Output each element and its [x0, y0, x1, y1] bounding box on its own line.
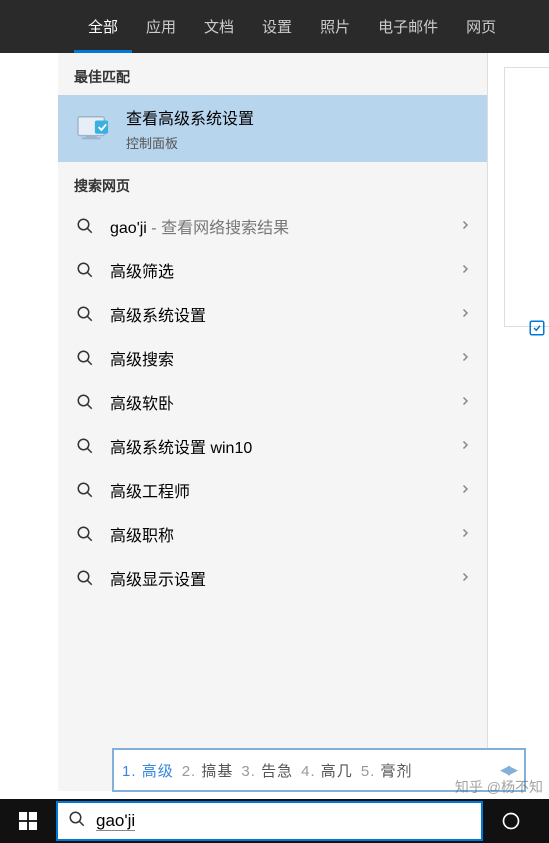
search-icon [74, 391, 96, 413]
web-result-text: 高级工程师 [110, 478, 445, 502]
ime-candidate[interactable]: 2. 搞基 [182, 760, 234, 781]
tab-4[interactable]: 照片 [306, 0, 364, 53]
best-match-subtitle: 控制面板 [126, 133, 471, 152]
web-result-text: 高级系统设置 win10 [110, 434, 445, 458]
ime-candidate[interactable]: 5. 膏剂 [361, 760, 413, 781]
taskbar-search-box[interactable]: gao'ji [56, 801, 483, 841]
web-result-item[interactable]: 高级系统设置 win10 [58, 424, 487, 468]
chevron-right-icon [459, 570, 471, 586]
web-result-item[interactable]: 高级显示设置 [58, 556, 487, 600]
tab-2[interactable]: 文档 [190, 0, 248, 53]
web-result-text: 高级软卧 [110, 390, 445, 414]
search-icon [74, 303, 96, 325]
web-result-text: 高级筛选 [110, 258, 445, 282]
taskbar: gao'ji [0, 799, 549, 843]
best-match-text-block: 查看高级系统设置 控制面板 [126, 105, 471, 152]
web-result-item[interactable]: gao'ji - 查看网络搜索结果 [58, 204, 487, 248]
search-icon [74, 347, 96, 369]
web-result-text: 高级搜索 [110, 346, 445, 370]
ime-candidate-bar[interactable]: 1. 高级 2. 搞基 3. 告急 4. 高几 5. 膏剂 ◀▶ [112, 748, 526, 792]
ime-candidate[interactable]: 3. 告急 [241, 760, 293, 781]
chevron-right-icon [459, 350, 471, 366]
chevron-right-icon [459, 262, 471, 278]
best-match-title: 查看高级系统设置 [126, 105, 471, 129]
web-result-text: 高级显示设置 [110, 566, 445, 590]
search-icon [74, 259, 96, 281]
chevron-right-icon [459, 482, 471, 498]
best-match-result[interactable]: 查看高级系统设置 控制面板 [58, 95, 487, 162]
preview-panel [504, 67, 549, 327]
system-settings-icon [74, 113, 112, 145]
search-query-text: gao'ji [96, 811, 135, 831]
ime-candidate[interactable]: 1. 高级 [122, 760, 174, 781]
chevron-right-icon [459, 306, 471, 322]
search-icon [68, 810, 86, 833]
search-icon [74, 523, 96, 545]
search-icon [74, 435, 96, 457]
web-result-text: 高级职称 [110, 522, 445, 546]
chevron-right-icon [459, 394, 471, 410]
ime-candidate[interactable]: 4. 高几 [301, 760, 353, 781]
web-result-item[interactable]: 高级搜索 [58, 336, 487, 380]
search-icon [74, 567, 96, 589]
search-tabs: 全部应用文档设置照片电子邮件网页 [0, 0, 549, 53]
web-result-text: gao'ji - 查看网络搜索结果 [110, 214, 445, 238]
chevron-right-icon [459, 526, 471, 542]
tab-5[interactable]: 电子邮件 [364, 0, 452, 53]
web-result-item[interactable]: 高级工程师 [58, 468, 487, 512]
search-results-panel: 最佳匹配 查看高级系统设置 控制面板 搜索网页 gao'ji - 查看网络搜索结… [58, 53, 488, 791]
start-button[interactable] [0, 799, 56, 843]
tab-1[interactable]: 应用 [132, 0, 190, 53]
web-section-header: 搜索网页 [58, 162, 487, 204]
tab-3[interactable]: 设置 [248, 0, 306, 53]
web-result-item[interactable]: 高级系统设置 [58, 292, 487, 336]
web-result-item[interactable]: 高级软卧 [58, 380, 487, 424]
tab-0[interactable]: 全部 [74, 0, 132, 53]
chevron-right-icon [459, 218, 471, 234]
edit-icon[interactable] [528, 319, 546, 342]
web-result-text: 高级系统设置 [110, 302, 445, 326]
cortana-button[interactable] [483, 799, 539, 843]
search-icon [74, 215, 96, 237]
web-result-item[interactable]: 高级筛选 [58, 248, 487, 292]
best-match-section-header: 最佳匹配 [58, 53, 487, 95]
web-results-list: gao'ji - 查看网络搜索结果高级筛选高级系统设置高级搜索高级软卧高级系统设… [58, 204, 487, 600]
chevron-right-icon [459, 438, 471, 454]
tab-6[interactable]: 网页 [452, 0, 510, 53]
search-icon [74, 479, 96, 501]
web-result-item[interactable]: 高级职称 [58, 512, 487, 556]
ime-page-nav[interactable]: ◀▶ [500, 762, 516, 778]
